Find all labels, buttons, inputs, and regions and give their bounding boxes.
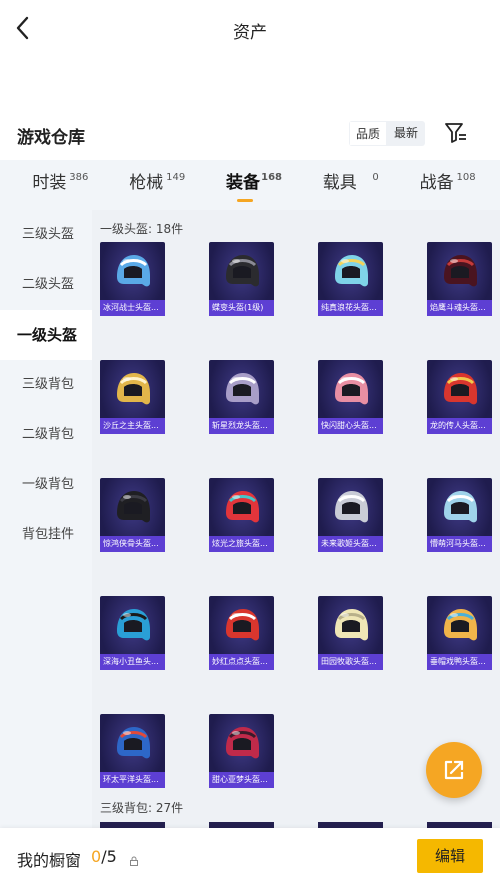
helmet-icon — [335, 491, 368, 523]
item-card[interactable]: 懵萌河马头盔... — [427, 478, 492, 552]
helmet-icon — [335, 609, 368, 641]
item-name: 纯真浪花头盔... — [318, 300, 383, 316]
share-fab-button[interactable] — [426, 742, 482, 798]
header: 资产 — [0, 0, 500, 60]
item-card[interactable]: 妙红点点头盔... — [209, 596, 274, 670]
category-tabs: 时装 386 枪械 149 装备 168 载具 0 战备 108 — [0, 160, 500, 210]
nav-item-backpack-charm[interactable]: 背包挂件 — [0, 510, 92, 560]
tab-vehicles[interactable]: 载具 0 — [323, 160, 379, 210]
item-card[interactable]: 冰河战士头盔... — [100, 242, 165, 316]
tab-weapons[interactable]: 枪械 149 — [129, 160, 185, 210]
sort-quality-button[interactable]: 品质 — [349, 121, 387, 146]
item-name: 垂帽戏鸭头盔... — [427, 654, 492, 670]
item-card[interactable]: 甜心亚梦头盔... — [209, 714, 274, 788]
group-label: 一级头盔: 18件 — [100, 222, 184, 236]
sort-toggle: 品质 最新 — [349, 121, 425, 146]
item-card[interactable]: 垂帽戏鸭头盔... — [427, 596, 492, 670]
external-link-icon — [444, 760, 464, 780]
item-grid-area: 一级头盔: 18件 冰河战士头盔... 蝶变头盔(1级) 纯真浪花头盔... 焰鹰斗魂… — [92, 210, 500, 830]
item-card[interactable]: 龙的传人头盔... — [427, 360, 492, 434]
helmet-icon — [226, 373, 259, 405]
helmet-icon — [444, 491, 477, 523]
item-name: 沙丘之主头盔... — [100, 418, 165, 434]
nav-item-level1-backpack[interactable]: 一级背包 — [0, 460, 92, 510]
subcategory-nav: 三级头盔 二级头盔 一级头盔 三级背包 二级背包 一级背包 背包挂件 — [0, 210, 92, 830]
showcase-count: 0/5 — [91, 847, 117, 866]
item-name: 焰鹰斗魂头盔... — [427, 300, 492, 316]
showcase-label: 我的橱窗 — [17, 851, 82, 870]
helmet-icon — [444, 373, 477, 405]
item-card[interactable]: 田园牧歌头盔... — [318, 596, 383, 670]
item-card[interactable]: 未来歌姬头盔... — [318, 478, 383, 552]
item-name: 快闪甜心头盔... — [318, 418, 383, 434]
item-card[interactable]: 环太平洋头盔... — [100, 714, 165, 788]
helmet-icon — [226, 609, 259, 641]
helmet-icon — [335, 373, 368, 405]
item-card[interactable]: 纯真浪花头盔... — [318, 242, 383, 316]
page-title: 资产 — [233, 23, 267, 43]
tab-supplies[interactable]: 战备 108 — [420, 160, 476, 210]
item-name: 蝶变头盔(1级) — [209, 300, 274, 316]
helmet-icon — [117, 373, 150, 405]
item-card[interactable]: 焰鹰斗魂头盔... — [427, 242, 492, 316]
edit-button[interactable]: 编辑 — [417, 839, 483, 873]
item-name: 环太平洋头盔... — [100, 772, 165, 788]
helmet-icon — [117, 727, 150, 759]
helmet-icon — [117, 255, 150, 287]
group-label-next: 三级背包: 27件 — [100, 801, 184, 815]
lock-icon — [129, 851, 139, 866]
helmet-icon — [117, 491, 150, 523]
tab-fashion[interactable]: 时装 386 — [32, 160, 88, 210]
item-card[interactable]: 炫光之旅头盔... — [209, 478, 274, 552]
item-name: 斩星烈龙头盔... — [209, 418, 274, 434]
item-name: 田园牧歌头盔... — [318, 654, 383, 670]
asset-page: 资产 游戏仓库 品质 最新 时装 386 枪械 149 装备 168 载具 0 战备 10… — [0, 0, 500, 885]
item-name: 甜心亚梦头盔... — [209, 772, 274, 788]
item-name: 冰河战士头盔... — [100, 300, 165, 316]
item-name: 懵萌河马头盔... — [427, 536, 492, 552]
sort-latest-button[interactable]: 最新 — [387, 121, 425, 146]
helmet-icon — [226, 491, 259, 523]
item-card[interactable]: 惊鸿侠骨头盔... — [100, 478, 165, 552]
nav-item-level3-backpack[interactable]: 三级背包 — [0, 360, 92, 410]
item-card[interactable]: 快闪甜心头盔... — [318, 360, 383, 434]
item-name: 妙红点点头盔... — [209, 654, 274, 670]
helmet-icon — [226, 727, 259, 759]
helmet-icon — [444, 255, 477, 287]
item-name: 惊鸿侠骨头盔... — [100, 536, 165, 552]
tab-equipment[interactable]: 装备 168 — [226, 160, 282, 210]
helmet-icon — [117, 609, 150, 641]
helmet-icon — [335, 255, 368, 287]
item-card[interactable]: 深海小丑鱼头... — [100, 596, 165, 670]
helmet-icon — [444, 609, 477, 641]
filter-icon[interactable] — [443, 121, 469, 145]
section-title: 游戏仓库 — [17, 128, 85, 148]
item-card[interactable]: 蝶变头盔(1级) — [209, 242, 274, 316]
item-name: 深海小丑鱼头... — [100, 654, 165, 670]
showcase-bar: 我的橱窗 0/5 编辑 — [0, 828, 500, 885]
item-grid: 冰河战士头盔... 蝶变头盔(1级) 纯真浪花头盔... 焰鹰斗魂头盔... 沙丘之主头… — [92, 242, 500, 830]
nav-item-level2-helmet[interactable]: 二级头盔 — [0, 260, 92, 310]
item-name: 炫光之旅头盔... — [209, 536, 274, 552]
item-card[interactable]: 斩星烈龙头盔... — [209, 360, 274, 434]
item-card[interactable]: 沙丘之主头盔... — [100, 360, 165, 434]
item-name: 龙的传人头盔... — [427, 418, 492, 434]
nav-item-level2-backpack[interactable]: 二级背包 — [0, 410, 92, 460]
nav-item-level3-helmet[interactable]: 三级头盔 — [0, 210, 92, 260]
item-name: 未来歌姬头盔... — [318, 536, 383, 552]
nav-item-level1-helmet[interactable]: 一级头盔 — [0, 310, 92, 360]
helmet-icon — [226, 255, 259, 287]
